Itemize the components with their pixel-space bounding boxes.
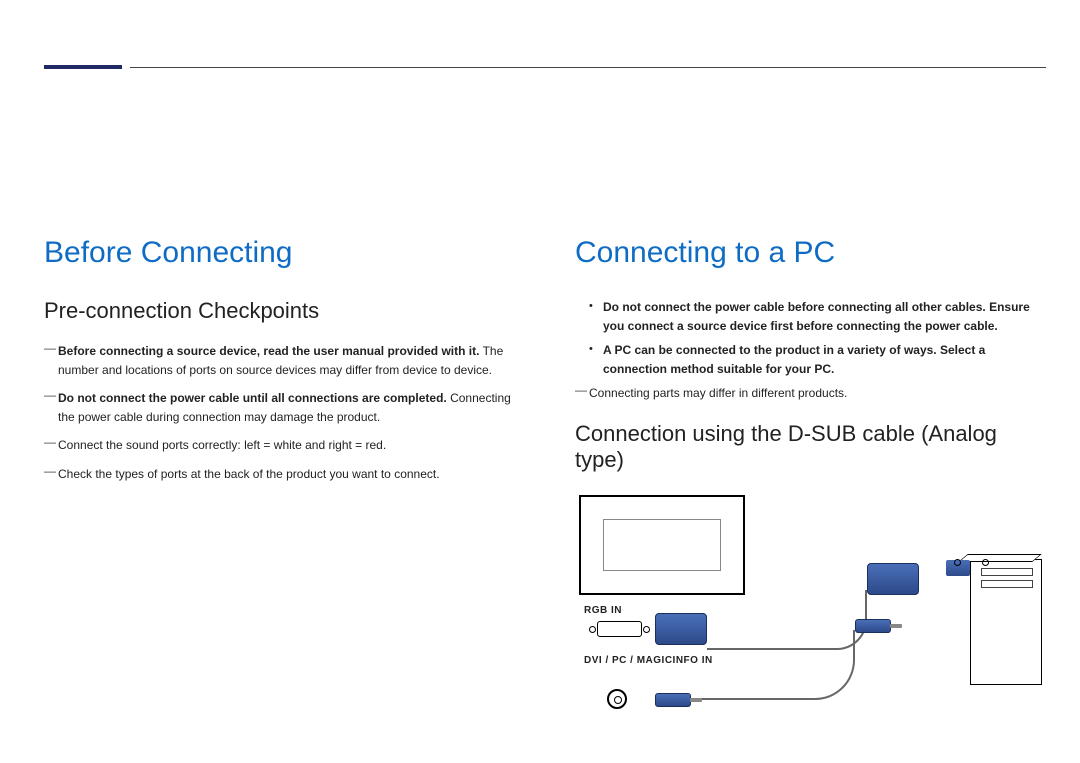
monitor-screen: [603, 519, 721, 571]
bullet-icon: •: [589, 341, 603, 378]
bullet-text: A PC can be connected to the product in …: [603, 341, 1046, 378]
left-subheading: Pre-connection Checkpoints: [44, 298, 515, 324]
rgb-port-icon: [597, 621, 642, 637]
checkpoint-text: Before connecting a source device, read …: [58, 342, 515, 379]
right-heading: Connecting to a PC: [575, 236, 1046, 270]
checkpoint-item: ― Connect the sound ports correctly: lef…: [44, 436, 515, 455]
checkpoint-text: Do not connect the power cable until all…: [58, 389, 515, 426]
audio-jack-icon: [607, 689, 627, 709]
dash-text: Connecting parts may differ in different…: [589, 384, 847, 403]
bullet-icon: •: [589, 298, 603, 335]
header-rule: [130, 67, 1046, 68]
checkpoint-text: Check the types of ports at the back of …: [58, 465, 440, 484]
checkpoint-item: ― Check the types of ports at the back o…: [44, 465, 515, 484]
rgb-in-label: RGB IN: [584, 605, 622, 616]
dash-icon: ―: [575, 381, 589, 400]
page-columns: Before Connecting Pre-connection Checkpo…: [44, 236, 1046, 755]
connection-diagram: RGB IN DVI / PC / MAGICINFO IN: [575, 495, 1046, 755]
drive-slot-icon: [981, 568, 1033, 576]
bullet-text: Do not connect the power cable before co…: [603, 298, 1046, 335]
bullet-note: • A PC can be connected to the product i…: [575, 341, 1046, 378]
checkpoint-item: ― Before connecting a source device, rea…: [44, 342, 515, 379]
right-subheading: Connection using the D-SUB cable (Analog…: [575, 421, 1046, 473]
left-heading: Before Connecting: [44, 236, 515, 270]
right-column: Connecting to a PC • Do not connect the …: [575, 236, 1046, 755]
audio-connector-icon: [855, 619, 891, 633]
dvi-label: DVI / PC / MAGICINFO IN: [584, 655, 713, 666]
audio-cable-icon: [695, 630, 855, 700]
dash-icon: ―: [44, 386, 58, 423]
drive-slot-icon: [981, 580, 1033, 588]
dash-note: ― Connecting parts may differ in differe…: [575, 384, 1046, 403]
dash-icon: ―: [44, 433, 58, 452]
dash-icon: ―: [44, 462, 58, 481]
checkpoint-item: ― Do not connect the power cable until a…: [44, 389, 515, 426]
audio-connector-icon: [655, 693, 691, 707]
chapter-marker: [44, 65, 122, 69]
monitor-icon: [579, 495, 745, 595]
dash-icon: ―: [44, 339, 58, 376]
pc-tower-icon: [970, 559, 1042, 685]
vga-connector-icon: [867, 563, 919, 595]
bullet-note: • Do not connect the power cable before …: [575, 298, 1046, 335]
left-column: Before Connecting Pre-connection Checkpo…: [44, 236, 515, 755]
checkpoint-text: Connect the sound ports correctly: left …: [58, 436, 386, 455]
